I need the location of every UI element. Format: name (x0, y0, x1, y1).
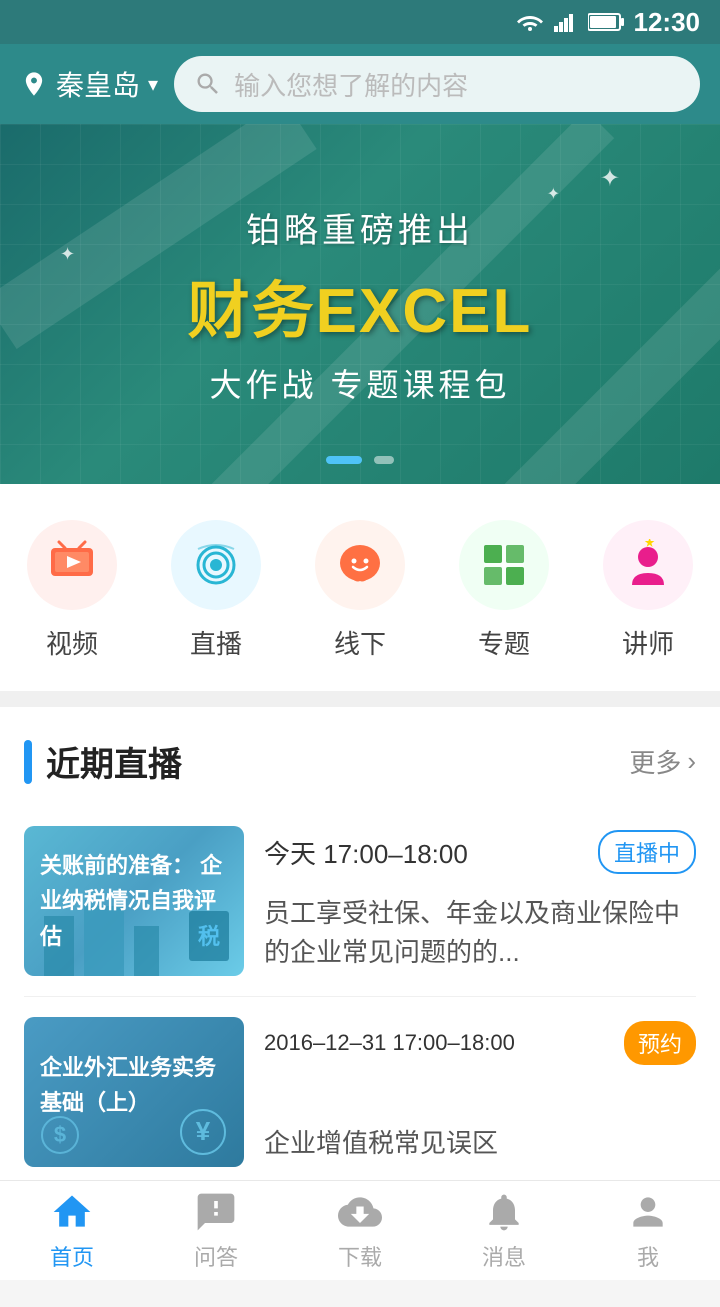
location-label: 秦皇岛 (56, 64, 140, 104)
section-title: 近期直播 (46, 737, 182, 786)
banner-desc: 大作战 专题课程包 (188, 360, 533, 406)
category-item-offline[interactable]: 线下 (315, 520, 405, 661)
live-thumb-1: 税 关账前的准备： 企业纳税情况自我评估 (24, 826, 244, 976)
battery-icon (588, 12, 624, 32)
category-item-teacher[interactable]: 讲师 (603, 520, 693, 661)
live-item-1[interactable]: 税 关账前的准备： 企业纳税情况自我评估 今天 17:00–18:00 直播中 … (24, 806, 696, 997)
live-item-2[interactable]: ¥ $ 企业外汇业务实务基础（上） 2016–12–31 17:00–18:00… (24, 997, 696, 1187)
recent-live-section: 近期直播 更多 › 税 关账前的准备： 企业纳税情况自我评估 (0, 707, 720, 1187)
more-chevron-icon: › (687, 746, 696, 777)
category-item-live[interactable]: 直播 (171, 520, 261, 661)
nav-label-home: 首页 (50, 1240, 94, 1272)
me-icon (626, 1190, 670, 1234)
signal-icon (554, 12, 578, 32)
section-header: 近期直播 更多 › (24, 707, 696, 806)
live-time-row-2: 2016–12–31 17:00–18:00 预约 (264, 1021, 696, 1065)
topic-icon (478, 539, 530, 591)
star-decoration-3: ✦ (60, 244, 75, 265)
more-button[interactable]: 更多 › (629, 743, 696, 780)
time-display: 12:30 (634, 7, 701, 38)
nav-label-me: 我 (637, 1240, 659, 1272)
search-icon (194, 70, 222, 98)
live-thumb-2: ¥ $ 企业外汇业务实务基础（上） (24, 1017, 244, 1167)
search-bar[interactable]: 输入您想了解的内容 (174, 56, 700, 112)
wifi-icon (516, 12, 544, 32)
message-icon (482, 1190, 526, 1234)
nav-label-message: 消息 (482, 1240, 526, 1272)
nav-item-home[interactable]: 首页 (50, 1190, 94, 1272)
category-grid: 视频 直播 (0, 520, 720, 661)
category-label-video: 视频 (46, 624, 98, 661)
live-icon (190, 539, 242, 591)
home-icon (50, 1190, 94, 1234)
banner-title: 财务EXCEL (188, 260, 533, 350)
live-time-row-1: 今天 17:00–18:00 直播中 (264, 830, 696, 874)
section-accent-bar (24, 740, 32, 784)
thumb-text-2: 企业外汇业务实务基础（上） (24, 1034, 244, 1150)
qa-icon (194, 1190, 238, 1234)
live-desc-1: 员工享受社保、年金以及商业保险中的企业常见问题的的... (264, 894, 696, 972)
video-icon (47, 540, 97, 590)
more-label: 更多 (629, 743, 681, 780)
live-info-1: 今天 17:00–18:00 直播中 员工享受社保、年金以及商业保险中的企业常见… (264, 826, 696, 976)
offline-icon (334, 539, 386, 591)
teacher-icon (622, 539, 674, 591)
location-button[interactable]: 秦皇岛 ▾ (20, 64, 158, 104)
top-nav: 秦皇岛 ▾ 输入您想了解的内容 (0, 44, 720, 124)
category-label-teacher: 讲师 (622, 624, 674, 661)
location-pin-icon (20, 70, 48, 98)
thumb-bg-1: 税 关账前的准备： 企业纳税情况自我评估 (24, 826, 244, 976)
category-label-live: 直播 (190, 624, 242, 661)
live-desc-2: 企业增值税常见误区 (264, 1124, 696, 1163)
chevron-down-icon: ▾ (148, 72, 158, 97)
nav-item-me[interactable]: 我 (626, 1190, 670, 1272)
search-placeholder: 输入您想了解的内容 (234, 66, 468, 103)
thumb-text-1: 关账前的准备： 企业纳税情况自我评估 (24, 832, 244, 970)
banner-dot-1[interactable] (326, 456, 362, 464)
bottom-nav: 首页 问答 下载 消息 我 (0, 1180, 720, 1280)
banner-dot-2[interactable] (374, 456, 394, 464)
nav-label-qa: 问答 (194, 1240, 238, 1272)
star-decoration-2: ✦ (547, 184, 560, 204)
live-time-2: 2016–12–31 17:00–18:00 (264, 1030, 515, 1056)
category-section: 视频 直播 (0, 484, 720, 691)
reserve-badge-2[interactable]: 预约 (624, 1021, 696, 1065)
download-icon (338, 1190, 382, 1234)
live-icon-wrap (171, 520, 261, 610)
banner-subtitle: 铂略重磅推出 (188, 203, 533, 252)
banner-dots (326, 456, 394, 464)
star-decoration-1: ✦ (600, 164, 620, 193)
hero-banner[interactable]: ✦ ✦ ✦ 铂略重磅推出 财务EXCEL 大作战 专题课程包 (0, 124, 720, 484)
banner-text-content: 铂略重磅推出 财务EXCEL 大作战 专题课程包 (188, 203, 533, 406)
category-label-offline: 线下 (334, 624, 386, 661)
status-bar: 12:30 (0, 0, 720, 44)
section-title-wrap: 近期直播 (24, 737, 182, 786)
offline-icon-wrap (315, 520, 405, 610)
nav-item-message[interactable]: 消息 (482, 1190, 526, 1272)
category-label-topic: 专题 (478, 624, 530, 661)
live-status-badge-1[interactable]: 直播中 (598, 830, 696, 874)
teacher-icon-wrap (603, 520, 693, 610)
live-info-2: 2016–12–31 17:00–18:00 预约 企业增值税常见误区 (264, 1017, 696, 1167)
thumb-bg-2: ¥ $ 企业外汇业务实务基础（上） (24, 1017, 244, 1167)
topic-icon-wrap (459, 520, 549, 610)
live-time-1: 今天 17:00–18:00 (264, 834, 468, 871)
nav-label-download: 下载 (338, 1240, 382, 1272)
category-item-video[interactable]: 视频 (27, 520, 117, 661)
nav-item-qa[interactable]: 问答 (194, 1190, 238, 1272)
video-icon-wrap (27, 520, 117, 610)
section-separator-1 (0, 691, 720, 707)
nav-item-download[interactable]: 下载 (338, 1190, 382, 1272)
category-item-topic[interactable]: 专题 (459, 520, 549, 661)
